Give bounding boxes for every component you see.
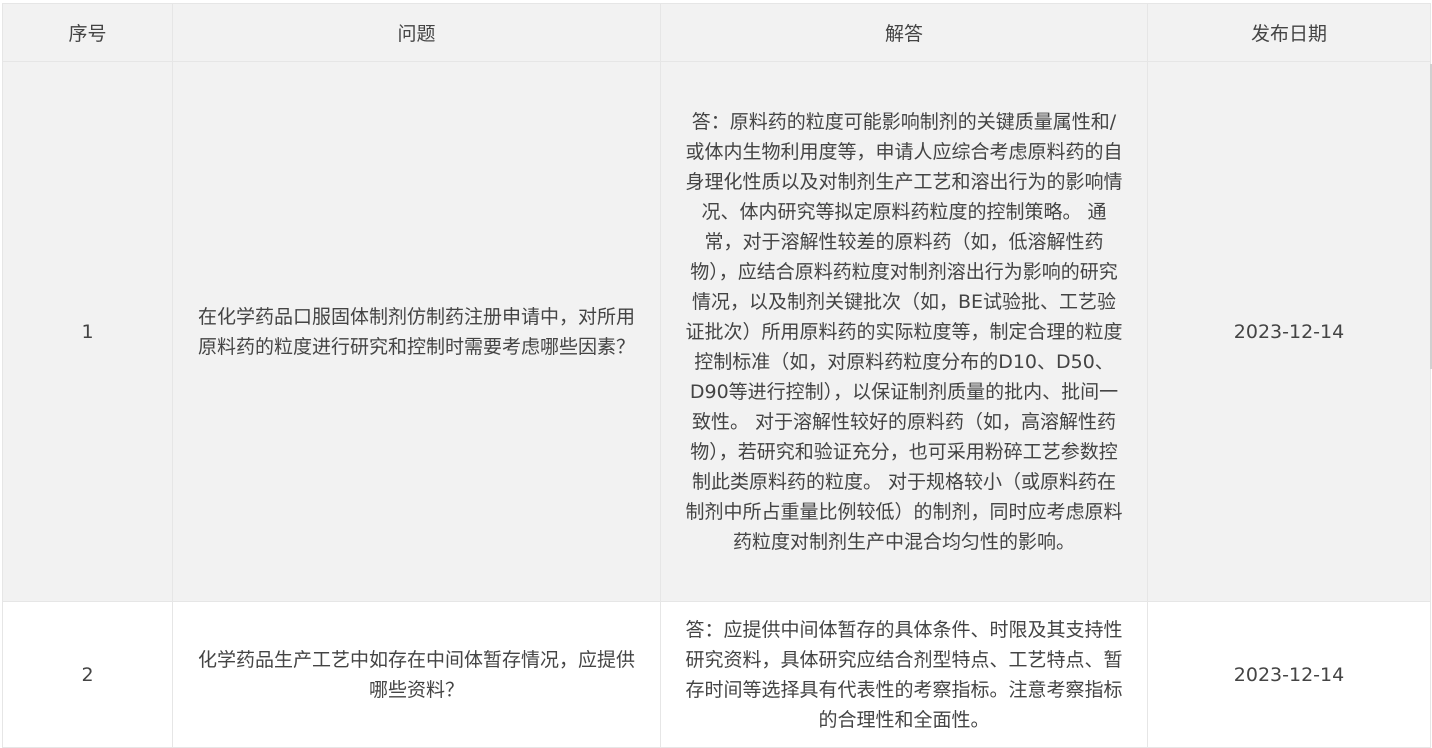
header-answer: 解答 xyxy=(660,3,1148,62)
table-header-row: 序号 问题 解答 发布日期 xyxy=(2,3,1431,62)
cell-seq: 1 xyxy=(2,61,173,602)
cell-seq: 2 xyxy=(2,601,173,748)
qa-table: 序号 问题 解答 发布日期 1 在化学药品口服固体制剂仿制药注册申请中，对所用原… xyxy=(2,3,1431,748)
cell-question: 在化学药品口服固体制剂仿制药注册申请中，对所用原料药的粒度进行研究和控制时需要考… xyxy=(172,61,661,602)
cell-date: 2023-12-14 xyxy=(1147,601,1431,748)
cell-answer: 答：原料药的粒度可能影响制剂的关键质量属性和/或体内生物利用度等，申请人应综合考… xyxy=(660,61,1148,602)
header-question: 问题 xyxy=(172,3,661,62)
table-row: 2 化学药品生产工艺中如存在中间体暂存情况，应提供哪些资料？ 答：应提供中间体暂… xyxy=(2,601,1431,748)
table-row: 1 在化学药品口服固体制剂仿制药注册申请中，对所用原料药的粒度进行研究和控制时需… xyxy=(2,61,1431,602)
header-date: 发布日期 xyxy=(1147,3,1431,62)
cell-answer: 答：应提供中间体暂存的具体条件、时限及其支持性研究资料，具体研究应结合剂型特点、… xyxy=(660,601,1148,748)
cell-date: 2023-12-14 xyxy=(1147,61,1431,602)
header-seq: 序号 xyxy=(2,3,173,62)
cell-question: 化学药品生产工艺中如存在中间体暂存情况，应提供哪些资料？ xyxy=(172,601,661,748)
